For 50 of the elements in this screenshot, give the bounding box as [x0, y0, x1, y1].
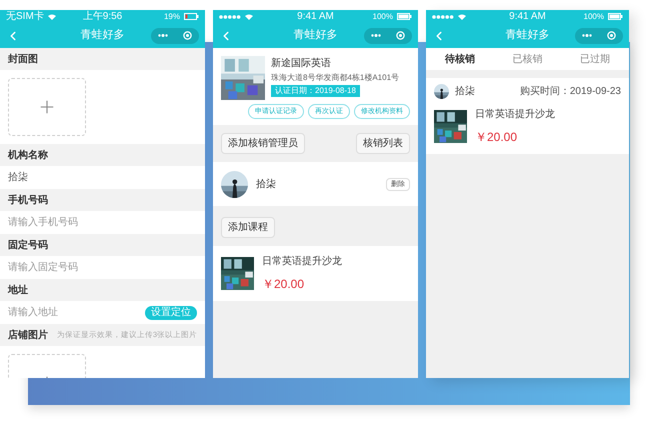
wifi-icon — [458, 14, 466, 20]
buyer-name: 拾柒 — [455, 84, 475, 99]
input-field[interactable]: 请输入手机号码 — [8, 215, 197, 230]
upload-box[interactable] — [8, 78, 86, 136]
org-address: 珠海大道8号华发商都4栋1楼A101号 — [271, 73, 400, 83]
battery-icon — [396, 13, 412, 20]
course-price: ￥20.00 — [262, 276, 306, 293]
course-title: 日常英语提升沙龙 — [475, 108, 555, 122]
more-icon[interactable] — [371, 34, 382, 37]
battery-icon — [608, 13, 623, 20]
org-name: 新途国际英语 — [271, 56, 332, 71]
field-label: 机构名称 — [8, 148, 48, 162]
purchase-time: 购买时间：2019-09-23 — [520, 84, 621, 99]
signal-icon — [432, 14, 454, 18]
course-card[interactable]: 日常英语提升沙龙 ￥20.00 — [213, 246, 418, 301]
tab[interactable]: 已核销 — [512, 52, 542, 66]
manager-name: 拾柒 — [256, 178, 276, 192]
tab[interactable]: 待核销 — [444, 52, 475, 66]
status-time: 9:41 AM — [509, 12, 546, 22]
certified-badge: 认证日期：2019-08-18 — [271, 85, 360, 97]
wifi-icon — [48, 14, 56, 20]
field-label: 固定号码 — [8, 238, 48, 252]
status-time: 上午9:56 — [82, 12, 122, 22]
battery-icon — [184, 13, 199, 20]
battery-label: 100% — [372, 12, 393, 20]
tab[interactable]: 已过期 — [580, 52, 610, 66]
status-time: 9:41 AM — [297, 12, 334, 22]
signal-icon — [219, 14, 241, 18]
manager-button[interactable]: 核销列表 — [356, 133, 410, 154]
order-card[interactable]: 拾柒 购买时间：2019-09-23 日常英语提升沙龙 ￥20.00 — [426, 78, 629, 154]
battery-label: 19% — [164, 12, 180, 20]
course-price: ￥20.00 — [475, 129, 518, 146]
manager-button[interactable]: 添加核销管理员 — [221, 133, 305, 154]
input-field[interactable]: 拾柒 — [8, 170, 197, 185]
input-field[interactable]: 请输入固定号码 — [8, 260, 197, 275]
add-course-button[interactable]: 添加课程 — [221, 217, 275, 238]
input-field[interactable]: 请输入地址 — [8, 305, 145, 320]
window-title: 青蛙好多 — [506, 28, 550, 44]
window-title: 青蛙好多 — [294, 28, 338, 44]
more-icon[interactable] — [158, 34, 168, 37]
carrier-label: 无SIM卡 — [6, 12, 44, 22]
field-label: 地址 — [8, 284, 28, 298]
window-title: 青蛙好多 — [80, 28, 124, 44]
wifi-icon — [245, 14, 253, 20]
more-icon[interactable] — [582, 34, 592, 37]
field-label: 手机号码 — [8, 194, 48, 208]
course-title: 日常英语提升沙龙 — [262, 254, 342, 269]
battery-label: 100% — [584, 12, 604, 20]
field-label: 封面图 — [8, 52, 38, 66]
field-label: 店铺图片 — [8, 328, 48, 342]
